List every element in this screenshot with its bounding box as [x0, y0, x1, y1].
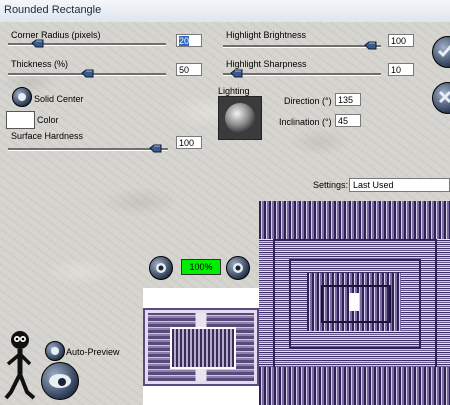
thickness-label: Thickness (%): [11, 59, 69, 69]
solid-center-radio[interactable]: [12, 87, 32, 107]
inclination-input[interactable]: 45: [335, 114, 361, 127]
eye-icon: [49, 374, 71, 388]
corner-radius-slider-thumb[interactable]: [31, 39, 44, 48]
zoom-in-icon: [233, 263, 243, 273]
zoom-out-button[interactable]: [149, 256, 173, 280]
highlight-sharpness-slider[interactable]: [223, 73, 381, 76]
zoom-level: 100%: [181, 259, 221, 275]
lighting-label: Lighting: [218, 86, 250, 96]
auto-preview-toggle[interactable]: [45, 341, 65, 361]
preview-pattern-top: [259, 201, 450, 239]
color-swatch[interactable]: [6, 111, 35, 129]
surface-hardness-slider[interactable]: [8, 148, 168, 151]
highlight-brightness-slider-thumb[interactable]: [364, 41, 377, 50]
solid-center-label: Solid Center: [34, 94, 84, 104]
surface-hardness-input[interactable]: 100: [176, 136, 202, 149]
auto-preview-label: Auto-Preview: [66, 347, 120, 357]
original-preview[interactable]: [143, 288, 261, 405]
settings-dropdown[interactable]: Last Used: [349, 178, 450, 192]
result-preview[interactable]: [259, 201, 450, 405]
stick-figure-icon: [4, 331, 36, 400]
thickness-slider-thumb[interactable]: [81, 69, 94, 78]
highlight-sharpness-label: Highlight Sharpness: [226, 59, 307, 69]
direction-input[interactable]: 135: [335, 93, 361, 106]
inclination-label: Inclination (°): [279, 117, 332, 127]
title-bar: Rounded Rectangle: [0, 0, 450, 23]
window-title: Rounded Rectangle: [4, 4, 102, 16]
zoom-in-button[interactable]: [226, 256, 250, 280]
preview-pattern-bottom: [259, 367, 450, 405]
preview-center-highlight: [349, 293, 359, 311]
highlight-brightness-slider[interactable]: [223, 45, 381, 48]
highlight-brightness-label: Highlight Brightness: [226, 30, 307, 40]
thickness-input[interactable]: 50: [176, 63, 202, 76]
surface-hardness-label: Surface Hardness: [11, 131, 84, 141]
highlight-sharpness-input[interactable]: 10: [388, 63, 414, 76]
lighting-ball: [225, 103, 255, 133]
corner-radius-input[interactable]: 20: [176, 34, 202, 47]
zoom-out-icon: [156, 263, 166, 273]
highlight-sharpness-slider-thumb[interactable]: [230, 69, 243, 78]
highlight-brightness-input[interactable]: 100: [388, 34, 414, 47]
direction-label: Direction (°): [284, 96, 332, 106]
lighting-sphere[interactable]: [218, 96, 262, 140]
cross-icon: [438, 90, 450, 104]
original-preview-image: [143, 308, 259, 386]
settings-label: Settings:: [313, 180, 349, 190]
checkmark-icon: [437, 45, 450, 58]
corner-radius-label: Corner Radius (pixels): [11, 30, 101, 40]
preview-eye-button[interactable]: [41, 362, 79, 400]
surface-hardness-slider-thumb[interactable]: [149, 144, 162, 153]
color-label: Color: [37, 115, 59, 125]
